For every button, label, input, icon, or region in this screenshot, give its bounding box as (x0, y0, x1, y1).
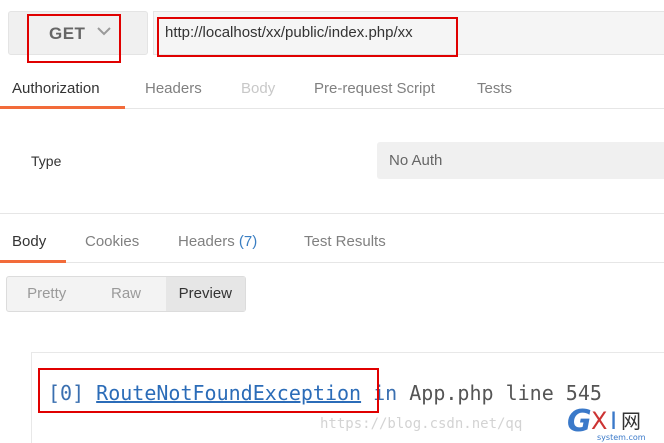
auth-type-value: No Auth (389, 152, 443, 169)
exception-link[interactable]: RouteNotFoundException (96, 381, 361, 405)
view-preview-button[interactable]: Preview (165, 277, 245, 311)
view-pretty-button[interactable]: Pretty (7, 277, 86, 311)
active-tab-indicator (0, 106, 125, 109)
method-label: GET (49, 24, 86, 43)
view-mode-group: Pretty Raw Preview (6, 276, 246, 312)
tab-authorization[interactable]: Authorization (12, 80, 100, 97)
tab-response-headers[interactable]: Headers (7) (178, 233, 257, 250)
watermark-text: https://blog.csdn.net/qq (320, 416, 523, 432)
request-bar: GET http://localhost/xx/public/index.php… (0, 0, 664, 68)
tab-body[interactable]: Body (241, 80, 275, 97)
chevron-down-icon (97, 27, 111, 36)
error-index: [0] (48, 381, 85, 405)
error-line: [0] RouteNotFoundException in App.php li… (48, 381, 602, 405)
response-headers-label: Headers (178, 233, 235, 250)
response-tabs: Body Cookies Headers (7) Test Results (0, 222, 664, 263)
url-input[interactable]: http://localhost/xx/public/index.php/xx (153, 11, 664, 55)
headers-count-badge: (7) (238, 233, 258, 250)
tab-cookies[interactable]: Cookies (85, 233, 139, 250)
svg-text:G: G (567, 404, 592, 439)
view-raw-button[interactable]: Raw (86, 277, 165, 311)
url-text: http://localhost/xx/public/index.php/xx (165, 24, 413, 41)
svg-text:网: 网 (621, 409, 641, 433)
tab-response-body[interactable]: Body (12, 233, 46, 250)
tab-headers[interactable]: Headers (145, 80, 202, 97)
svg-text:system.com: system.com (597, 433, 646, 442)
auth-type-select[interactable]: No Auth (377, 142, 664, 179)
auth-type-label: Type (31, 153, 62, 169)
svg-text:X: X (591, 407, 607, 435)
tab-tests[interactable]: Tests (477, 80, 512, 97)
active-response-tab-indicator (0, 260, 66, 263)
section-divider (0, 213, 664, 214)
site-logo: G X I 网 system.com (567, 404, 646, 442)
tab-test-results[interactable]: Test Results (304, 233, 386, 250)
svg-text:I: I (610, 407, 617, 435)
tab-pre-request-script[interactable]: Pre-request Script (314, 80, 435, 97)
request-tabs: Authorization Headers Body Pre-request S… (0, 68, 664, 109)
error-in-word: in (373, 381, 398, 405)
method-select[interactable]: GET (8, 11, 148, 55)
